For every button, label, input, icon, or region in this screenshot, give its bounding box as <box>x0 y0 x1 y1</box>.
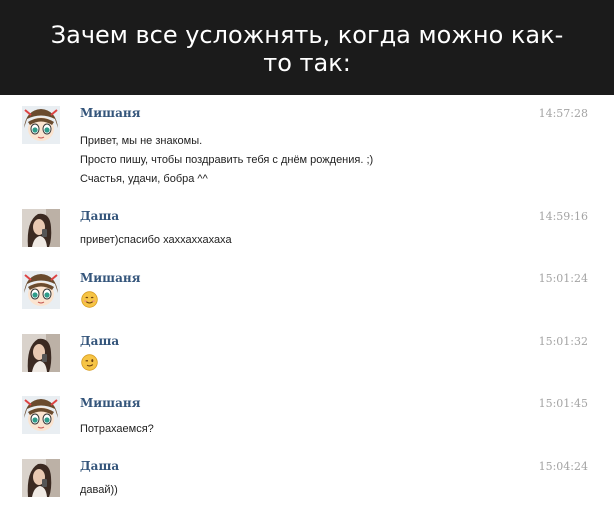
message-line: Потрахаемся? <box>80 423 154 435</box>
avatar-photo-girl[interactable] <box>22 334 60 372</box>
timestamp: 14:57:28 <box>538 107 588 120</box>
message-line: Просто пишу, чтобы поздравить тебя с днё… <box>80 154 374 166</box>
author-name[interactable]: Даша <box>80 459 119 473</box>
caption-line-1: Зачем все усложнять, когда можно как- <box>50 21 564 49</box>
chat-message: Даша 15:01:32 <box>0 334 614 396</box>
message-text: привет)спасибо хаххаххахаха <box>80 231 232 250</box>
author-name[interactable]: Даша <box>80 334 119 348</box>
timestamp: 15:01:45 <box>538 397 588 410</box>
chat-message: Мишаня 15:01:45 Потрахаемся? <box>0 396 614 458</box>
message-line: давай)) <box>80 484 118 496</box>
author-name[interactable]: Мишаня <box>80 271 141 285</box>
smile-emoji-icon <box>81 291 98 308</box>
meme-caption: Зачем все усложнять, когда можно как- то… <box>0 0 614 95</box>
message-line: Счастья, удачи, бобра ^^ <box>80 173 208 185</box>
chat-message: Даша 14:59:16 привет)спасибо хаххаххахах… <box>0 209 614 271</box>
timestamp: 15:01:32 <box>538 335 588 348</box>
author-name[interactable]: Даша <box>80 209 119 223</box>
caption-line-2: то так: <box>263 49 351 77</box>
timestamp: 15:04:24 <box>538 460 588 473</box>
chat-message: Мишаня 15:01:24 <box>0 271 614 333</box>
avatar-anime-girl[interactable] <box>22 106 60 144</box>
message-text: Потрахаемся? <box>80 420 154 439</box>
avatar-anime-girl[interactable] <box>22 396 60 434</box>
chat-message: Даша 15:04:24 давай)) <box>0 459 614 505</box>
author-name[interactable]: Мишаня <box>80 106 141 120</box>
wink-emoji-icon <box>81 354 98 371</box>
timestamp: 14:59:16 <box>538 210 588 223</box>
message-text: Привет, мы не знакомы. Просто пишу, чтоб… <box>80 132 373 189</box>
author-name[interactable]: Мишаня <box>80 396 141 410</box>
chat-message: Мишаня 14:57:28 Привет, мы не знакомы. П… <box>0 106 614 196</box>
timestamp: 15:01:24 <box>538 272 588 285</box>
message-line: привет)спасибо хаххаххахаха <box>80 234 232 246</box>
message-line: Привет, мы не знакомы. <box>80 135 203 147</box>
avatar-photo-girl[interactable] <box>22 209 60 247</box>
avatar-anime-girl[interactable] <box>22 271 60 309</box>
message-text: давай)) <box>80 481 118 500</box>
avatar-photo-girl[interactable] <box>22 459 60 497</box>
